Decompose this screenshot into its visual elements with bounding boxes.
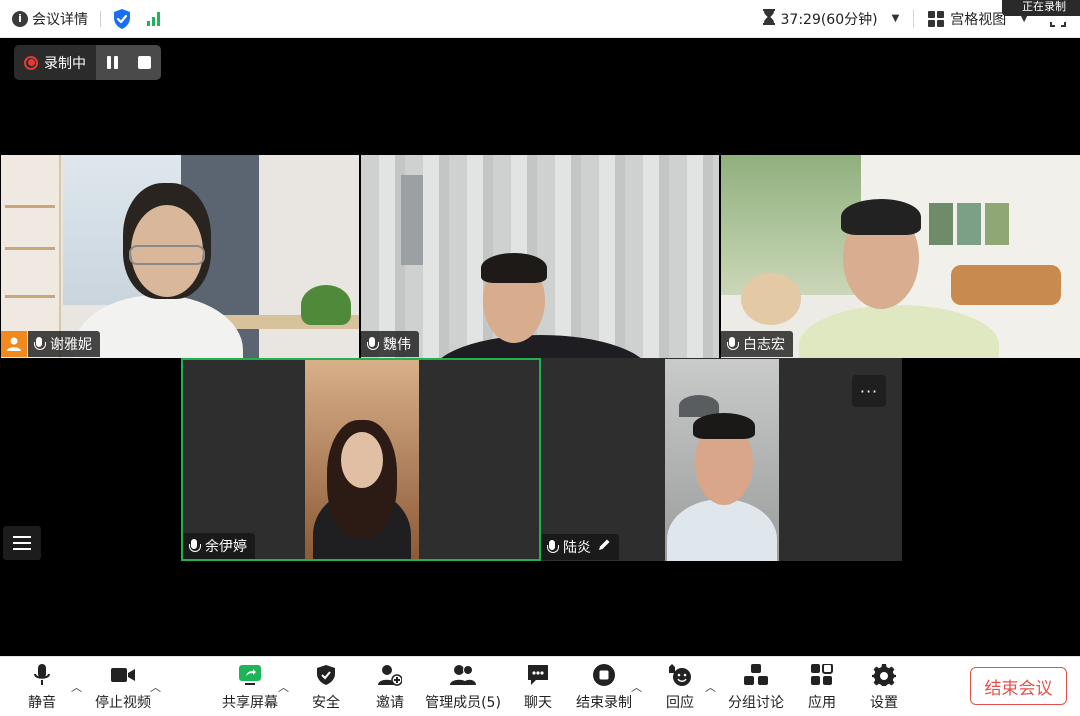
meeting-details-link[interactable]: 会议详情 xyxy=(32,9,88,29)
end-meeting-button[interactable]: 结束会议 xyxy=(970,667,1067,705)
video-tile-xie-yani[interactable]: 谢雅妮 xyxy=(1,155,359,358)
participant-video xyxy=(721,155,1080,358)
video-tile-lu-yan[interactable]: 陆炎 xyxy=(541,358,902,561)
record-icon xyxy=(24,55,38,70)
signal-strength-icon[interactable] xyxy=(147,11,160,26)
manage-members-button[interactable]: 管理成员(5) xyxy=(425,657,501,716)
divider xyxy=(913,9,915,28)
timer-text: 37:29(60分钟) xyxy=(780,11,878,28)
participant-name: 白志宏 xyxy=(743,337,785,353)
microphone-icon xyxy=(189,538,201,554)
mute-button[interactable]: 静音 xyxy=(22,657,62,716)
breakout-rooms-button[interactable]: 分组讨论 xyxy=(728,657,784,716)
shield-icon xyxy=(316,663,336,687)
breakout-icon xyxy=(744,663,768,687)
microphone-icon xyxy=(367,336,379,352)
more-options-button[interactable]: ··· xyxy=(852,375,886,407)
participant-name: 陆炎 xyxy=(563,540,591,556)
info-icon[interactable]: i xyxy=(12,10,28,27)
recording-indicator: 录制中 xyxy=(14,45,161,80)
top-bar: i 会议详情 37:29(60分钟) ▼ 宫格视图 ▼ 正在录制 xyxy=(0,0,1080,38)
stop-video-button[interactable]: 停止视频 xyxy=(92,657,154,716)
participant-video xyxy=(1,155,359,358)
microphone-icon xyxy=(34,336,46,352)
grid-view-icon xyxy=(928,10,945,27)
share-screen-icon xyxy=(237,663,263,687)
emoji-hand-icon xyxy=(667,663,693,687)
hourglass-icon xyxy=(762,8,775,29)
video-tile-wei-wei[interactable]: 魏伟 xyxy=(361,155,719,358)
participant-nameplate: 余伊婷 xyxy=(183,533,255,559)
participant-nameplate: 谢雅妮 xyxy=(28,331,100,357)
video-camera-icon xyxy=(110,663,136,687)
reactions-button[interactable]: 回应 xyxy=(664,657,696,716)
divider xyxy=(100,10,101,27)
stop-record-icon xyxy=(592,663,616,687)
shield-check-icon[interactable] xyxy=(113,8,131,29)
apps-grid-icon xyxy=(811,663,833,687)
end-recording-button[interactable]: 结束录制 xyxy=(576,657,632,716)
settings-button[interactable]: 设置 xyxy=(868,657,900,716)
participant-nameplate: 白志宏 xyxy=(721,331,793,357)
recording-tooltip: 正在录制 xyxy=(1002,0,1080,16)
gear-icon xyxy=(872,663,896,687)
chevron-up-icon[interactable]: ︿ xyxy=(278,679,289,695)
view-layout-label: 宫格视图 xyxy=(950,11,1007,28)
participant-name: 魏伟 xyxy=(383,337,411,353)
chevron-up-icon[interactable]: ︿ xyxy=(150,679,161,695)
recording-status-label: 录制中 xyxy=(44,55,86,72)
microphone-icon xyxy=(33,663,51,687)
participant-video xyxy=(361,155,719,358)
participant-name: 余伊婷 xyxy=(205,539,247,555)
meeting-timer[interactable]: 37:29(60分钟) ▼ xyxy=(762,8,900,29)
participant-name: 谢雅妮 xyxy=(50,337,92,353)
caret-down-icon[interactable]: ▼ xyxy=(892,13,900,24)
microphone-icon xyxy=(727,336,739,352)
chevron-up-icon[interactable]: ︿ xyxy=(631,679,642,695)
share-screen-button[interactable]: 共享屏幕 xyxy=(222,657,278,716)
pencil-icon[interactable] xyxy=(597,538,611,556)
stop-recording-icon[interactable] xyxy=(138,56,151,69)
microphone-icon xyxy=(547,539,559,555)
chevron-up-icon[interactable]: ︿ xyxy=(705,679,716,695)
video-tile-bai-zhihong[interactable]: 白志宏 xyxy=(721,155,1080,358)
security-button[interactable]: 安全 xyxy=(310,657,342,716)
bottom-toolbar: 静音 ︿ 停止视频 ︿ 共享屏幕 ︿ 安全 邀请 管理成员(5) 聊天 结束录制… xyxy=(0,656,1080,716)
participant-video xyxy=(665,359,779,561)
video-tile-yu-yiting[interactable]: 余伊婷 xyxy=(181,358,541,561)
members-icon xyxy=(449,663,477,687)
invite-button[interactable]: 邀请 xyxy=(374,657,406,716)
chat-button[interactable]: 聊天 xyxy=(522,657,554,716)
participant-list-toggle-icon[interactable] xyxy=(3,526,41,560)
recording-status: 录制中 xyxy=(14,45,96,80)
chevron-up-icon[interactable]: ︿ xyxy=(71,679,82,695)
chat-bubble-icon xyxy=(526,663,550,687)
participant-nameplate: 陆炎 xyxy=(541,534,619,560)
add-person-icon xyxy=(378,663,402,687)
host-icon xyxy=(1,331,27,357)
pause-recording-icon[interactable] xyxy=(107,56,118,69)
recording-tooltip-text: 正在录制 xyxy=(1022,0,1066,13)
apps-button[interactable]: 应用 xyxy=(806,657,838,716)
participant-video xyxy=(305,360,419,559)
participant-nameplate: 魏伟 xyxy=(361,331,419,357)
